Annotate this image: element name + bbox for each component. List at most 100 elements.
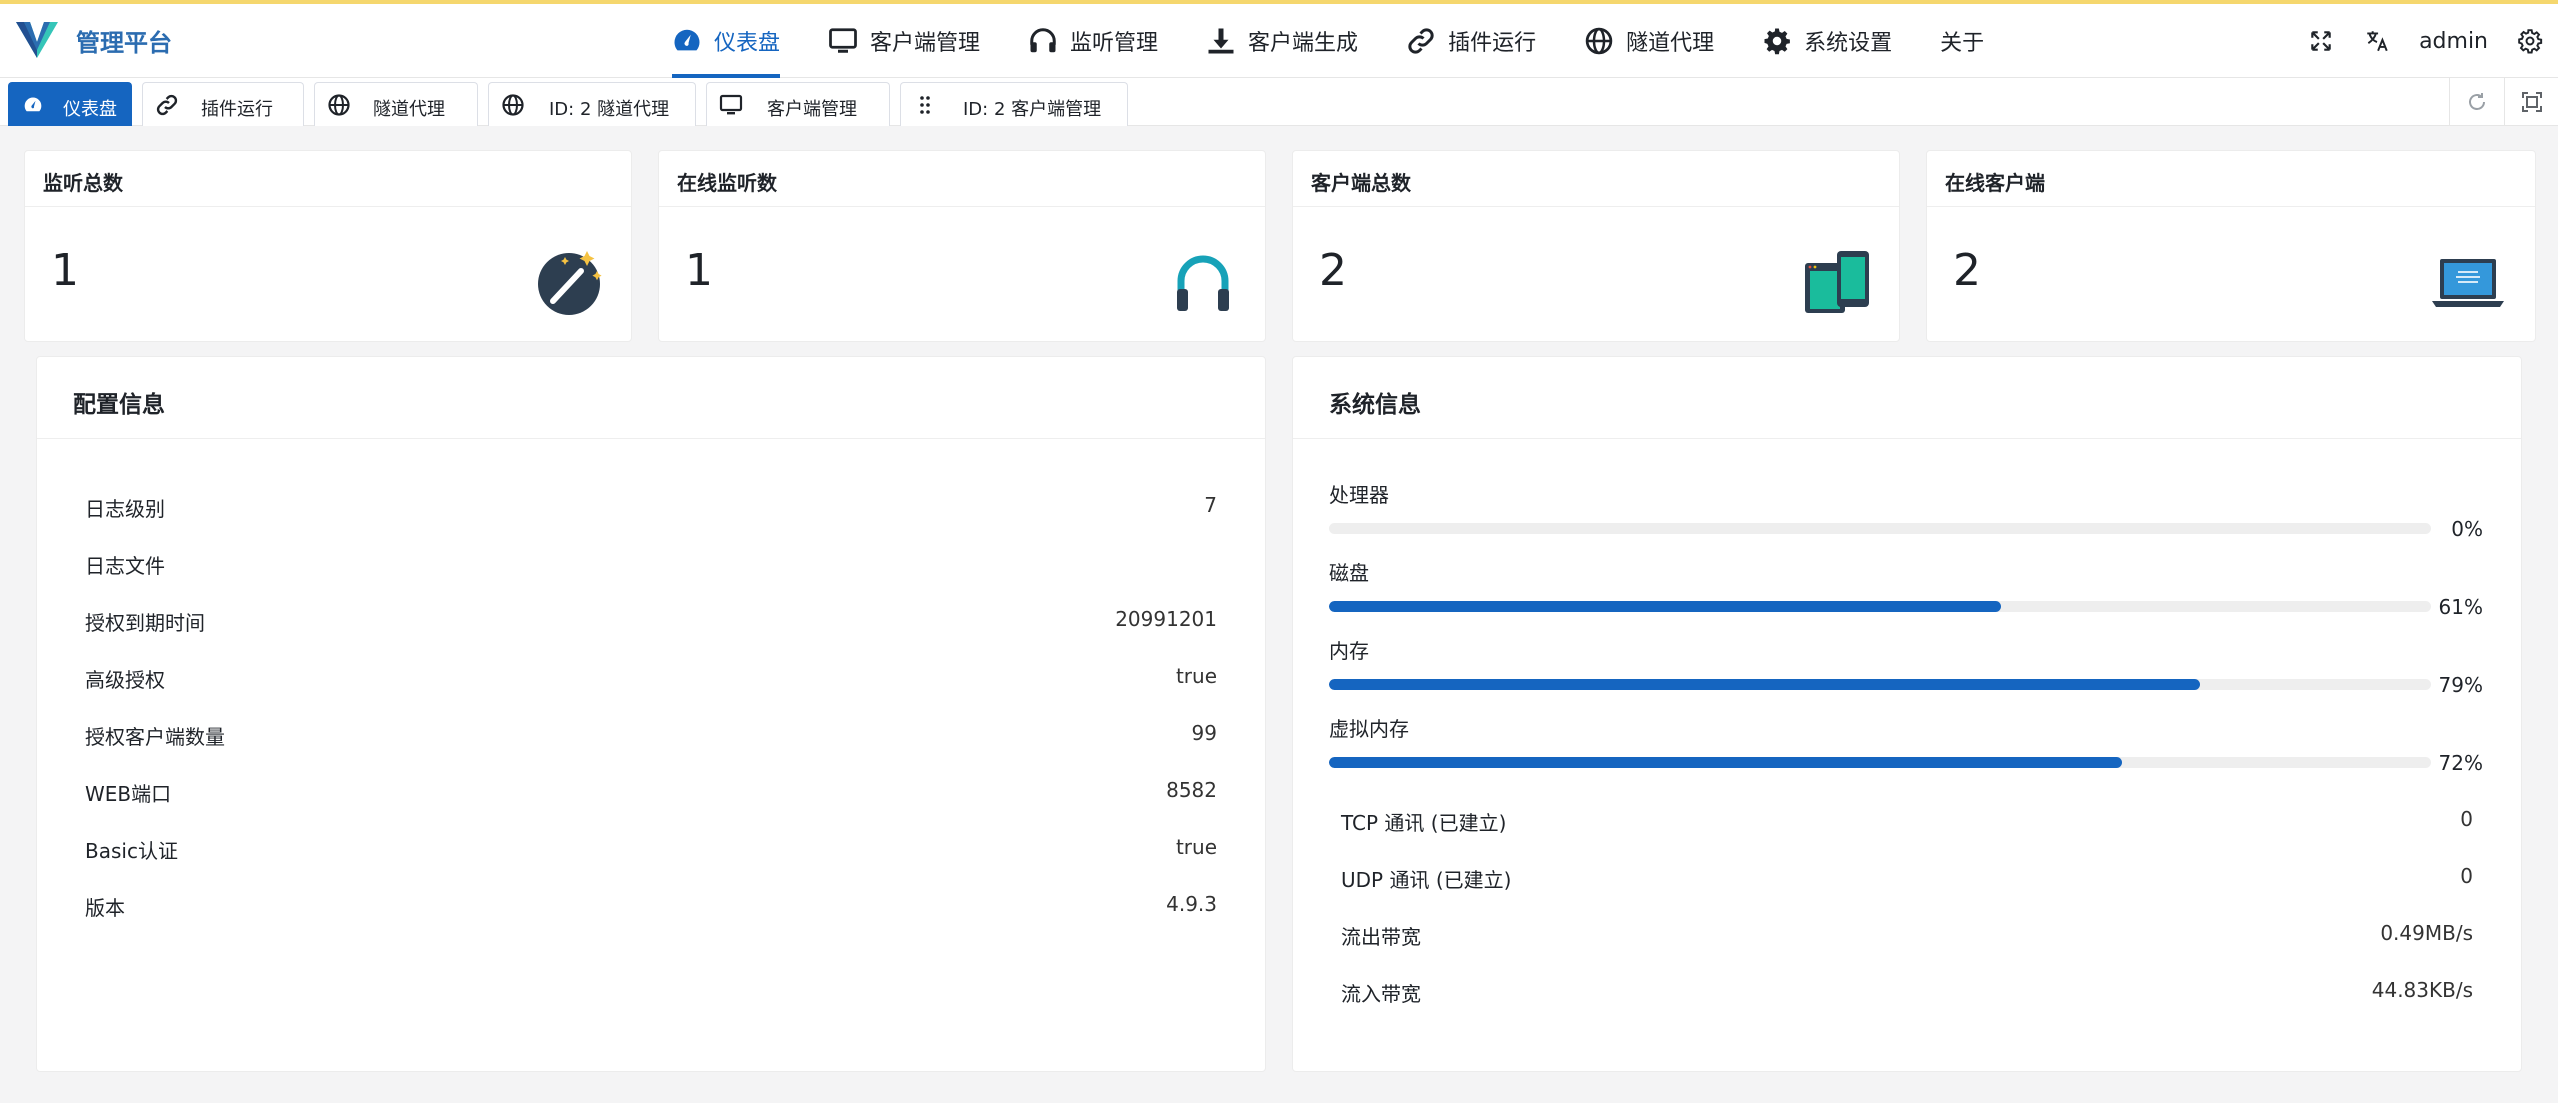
meter-fill bbox=[1329, 679, 2200, 690]
config-value: true bbox=[1175, 664, 1217, 688]
tabs-tools bbox=[2449, 78, 2558, 126]
headphones-icon bbox=[1177, 255, 1229, 311]
dashboard-icon bbox=[24, 97, 42, 112]
tab-label: ID: 2 隧道代理 bbox=[549, 99, 670, 120]
monitor-icon bbox=[719, 94, 743, 115]
globe-icon bbox=[502, 94, 524, 116]
config-key: 授权客户端数量 bbox=[85, 725, 225, 749]
tab-client-management[interactable]: 客户端管理 bbox=[706, 82, 890, 126]
meter-percent: 0% bbox=[2451, 517, 2483, 541]
top-header: 管理平台 仪表盘 客户端管理 监听管理 客户端生成 插件运行 隧道代理 系统设置… bbox=[0, 4, 2558, 78]
system-row: TCP 通讯 (已建立) 0 bbox=[1341, 799, 2473, 839]
config-value: 99 bbox=[1191, 721, 1217, 745]
nav-system-settings[interactable]: 系统设置 bbox=[1738, 4, 1916, 78]
link-icon bbox=[1408, 28, 1434, 54]
tab-client-management-id2[interactable]: ID: 2 客户端管理 bbox=[900, 82, 1128, 126]
tab-dashboard[interactable]: 仪表盘 bbox=[8, 82, 132, 126]
stat-title: 监听总数 bbox=[25, 151, 631, 207]
headphones-icon bbox=[1030, 28, 1056, 53]
config-value: 8582 bbox=[1166, 778, 1217, 802]
system-value: 0.49MB/s bbox=[2380, 921, 2473, 945]
meter-percent: 72% bbox=[2438, 751, 2483, 775]
config-key: 授权到期时间 bbox=[85, 611, 205, 635]
meter-fill bbox=[1329, 757, 2123, 768]
system-row: 流入带宽 44.83KB/s bbox=[1341, 970, 2473, 1010]
tab-label: ID: 2 客户端管理 bbox=[963, 99, 1102, 120]
stat-title: 在线客户端 bbox=[1927, 151, 2535, 207]
meter-fill bbox=[1329, 601, 2002, 612]
stat-value: 2 bbox=[1319, 245, 1347, 296]
nav-label: 隧道代理 bbox=[1626, 31, 1715, 56]
user-menu[interactable]: admin bbox=[2405, 29, 2502, 54]
meter-label-virtual-memory: 虚拟内存 bbox=[1329, 717, 1409, 741]
nav-plugin-run[interactable]: 插件运行 bbox=[1382, 4, 1560, 78]
meter-percent: 61% bbox=[2438, 595, 2483, 619]
meter-label-memory: 内存 bbox=[1329, 639, 1369, 663]
brand[interactable]: 管理平台 bbox=[14, 20, 172, 60]
nav-label: 系统设置 bbox=[1804, 31, 1893, 56]
download-icon bbox=[1208, 28, 1234, 54]
logo-icon bbox=[16, 22, 58, 58]
language-button[interactable] bbox=[2349, 4, 2405, 78]
nav-label: 仪表盘 bbox=[714, 31, 781, 56]
config-key: 日志级别 bbox=[85, 497, 165, 521]
system-value: 44.83KB/s bbox=[2371, 978, 2473, 1002]
tab-plugin-run[interactable]: 插件运行 bbox=[142, 82, 304, 126]
stat-value: 1 bbox=[685, 245, 713, 296]
refresh-icon bbox=[2469, 93, 2485, 110]
globe-icon bbox=[1585, 27, 1613, 55]
config-key: 版本 bbox=[85, 896, 125, 920]
laptop-icon bbox=[2432, 259, 2504, 307]
magic-wand-icon bbox=[538, 251, 602, 315]
config-row: 高级授权 true bbox=[85, 656, 1217, 696]
tabs-bar: 仪表盘 插件运行 隧道代理 ID: 2 隧道代理 客户端管理 ID: 2 客户端… bbox=[0, 78, 2558, 126]
meter-track-cpu bbox=[1329, 523, 2431, 534]
config-key: 日志文件 bbox=[85, 554, 165, 578]
devices-icon bbox=[1805, 251, 1869, 313]
config-row: 日志文件 bbox=[85, 542, 1217, 582]
stat-card-listeners-total: 监听总数 1 bbox=[24, 150, 632, 342]
tab-tunnel-proxy[interactable]: 隧道代理 bbox=[314, 82, 478, 126]
gear-icon bbox=[1764, 28, 1790, 55]
system-key: UDP 通讯 (已建立) bbox=[1341, 868, 1512, 892]
nav-dashboard[interactable]: 仪表盘 bbox=[648, 4, 804, 78]
config-panel: 配置信息 日志级别 7 日志文件 授权到期时间 20991201 高级授权 tr… bbox=[36, 356, 1266, 1072]
tab-tunnel-proxy-id2[interactable]: ID: 2 隧道代理 bbox=[488, 82, 696, 126]
nav-label: 插件运行 bbox=[1448, 31, 1537, 56]
meter-track-disk bbox=[1329, 601, 2431, 612]
main-nav: 仪表盘 客户端管理 监听管理 客户端生成 插件运行 隧道代理 系统设置 关于 bbox=[648, 4, 2008, 78]
nav-listener-management[interactable]: 监听管理 bbox=[1004, 4, 1182, 78]
nav-client-generate[interactable]: 客户端生成 bbox=[1182, 4, 1382, 78]
config-row: Basic认证 true bbox=[85, 827, 1217, 867]
globe-icon bbox=[328, 94, 350, 116]
link-icon bbox=[156, 94, 178, 116]
meter-label-cpu: 处理器 bbox=[1329, 483, 1389, 507]
grip-icon bbox=[920, 96, 930, 114]
fullscreen-icon bbox=[2311, 31, 2331, 51]
meter-track-memory bbox=[1329, 679, 2431, 690]
system-value: 0 bbox=[2460, 864, 2473, 888]
nav-about[interactable]: 关于 bbox=[1916, 4, 2008, 78]
settings-button[interactable] bbox=[2502, 4, 2558, 78]
maximize-button[interactable] bbox=[2504, 78, 2558, 126]
dashboard-icon bbox=[674, 29, 700, 51]
meter-percent: 79% bbox=[2438, 673, 2483, 697]
nav-label: 客户端生成 bbox=[1248, 31, 1359, 56]
config-panel-title: 配置信息 bbox=[37, 357, 1265, 439]
config-key: Basic认证 bbox=[85, 839, 178, 863]
translate-icon bbox=[2367, 31, 2388, 52]
stat-value: 1 bbox=[51, 245, 79, 296]
meter-track-virtual-memory bbox=[1329, 757, 2431, 768]
config-value: 7 bbox=[1204, 493, 1217, 517]
nav-tunnel-proxy[interactable]: 隧道代理 bbox=[1560, 4, 1738, 78]
system-row: UDP 通讯 (已建立) 0 bbox=[1341, 856, 2473, 896]
system-key: TCP 通讯 (已建立) bbox=[1341, 811, 1507, 835]
nav-client-management[interactable]: 客户端管理 bbox=[804, 4, 1004, 78]
config-row: WEB端口 8582 bbox=[85, 770, 1217, 810]
config-row: 授权到期时间 20991201 bbox=[85, 599, 1217, 639]
stat-title: 在线监听数 bbox=[659, 151, 1265, 207]
config-value: 20991201 bbox=[1115, 607, 1217, 631]
fullscreen-button[interactable] bbox=[2293, 4, 2349, 78]
refresh-button[interactable] bbox=[2450, 78, 2504, 126]
config-key: 高级授权 bbox=[85, 668, 165, 692]
